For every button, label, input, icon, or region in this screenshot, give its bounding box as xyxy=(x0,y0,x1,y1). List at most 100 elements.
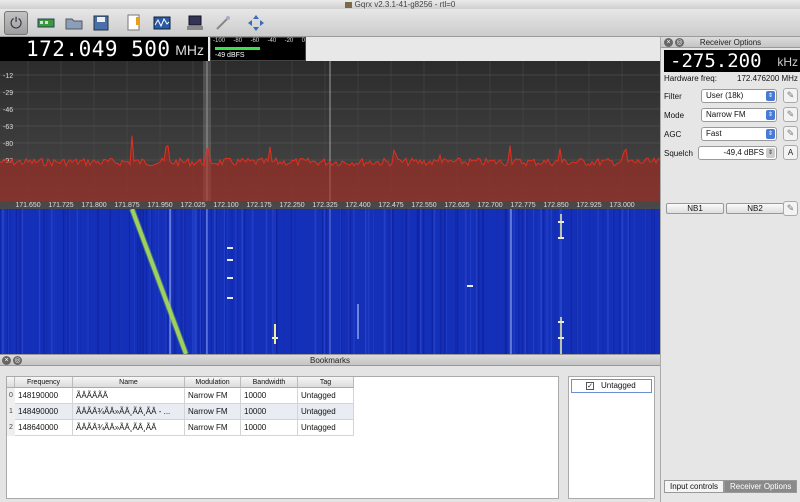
tag-checkbox[interactable]: ✓ xyxy=(586,382,594,390)
spectrum-svg[interactable]: -12-29-46-63-80-97171.650 171.725 171.800 1… xyxy=(0,61,661,209)
document-edit-icon[interactable] xyxy=(122,11,146,35)
y-tick-label: -63 xyxy=(3,124,13,131)
column-header-bandwidth[interactable]: Bandwidth xyxy=(241,377,298,388)
tag-item-untagged[interactable]: ✓ Untagged xyxy=(571,379,652,393)
meter-tick-label: -60 xyxy=(250,38,260,44)
waterfall-svg[interactable] xyxy=(0,207,660,356)
y-tick-label: -46 xyxy=(3,107,13,114)
y-tick-label: -12 xyxy=(3,73,13,80)
cell-modulation[interactable]: Narrow FM xyxy=(185,404,241,420)
cell-name[interactable]: ÃÂÃÂ¾ÃÂ»ÃÂ¸ÃÂ¸ÃÂ - ... xyxy=(73,404,185,420)
column-header-frequency[interactable]: Frequency xyxy=(15,377,73,388)
waterfall-display[interactable] xyxy=(0,207,660,356)
table-row[interactable]: 1 148490000 ÃÂÃÂ¾ÃÂ»ÃÂ¸ÃÂ¸ÃÂ - ... Narro… xyxy=(7,404,354,420)
frequency-display[interactable]: 172.049 500 MHz xyxy=(0,37,208,61)
float-icon[interactable]: ◎ xyxy=(13,356,22,365)
nb-wand-icon[interactable]: ✎ xyxy=(783,201,798,216)
mode-select[interactable]: Narrow FM ⇕ xyxy=(701,108,777,122)
spin-icon[interactable]: ⇕ xyxy=(766,148,775,158)
squelch-label: Squelch xyxy=(664,149,693,158)
meter-scale: -100 -80 -60 -40 -20 0 xyxy=(213,38,305,46)
cell-name[interactable]: ÃÂÃÂ¾ÃÂ»ÃÂ¸ÃÂ¸ÃÂ xyxy=(73,420,185,436)
column-header-tag[interactable]: Tag xyxy=(298,377,354,388)
y-tick-label: -29 xyxy=(3,90,13,97)
signal-burst xyxy=(227,259,233,261)
agc-label: AGC xyxy=(664,130,682,139)
meter-tick-label: -40 xyxy=(267,38,277,44)
bookmarks-panel: × ◎ Bookmarks Frequency Name Modulation … xyxy=(0,354,660,502)
cell-bandwidth[interactable]: 10000 xyxy=(241,404,298,420)
remote-control-icon[interactable] xyxy=(183,11,207,35)
offset-display[interactable]: -275.200 kHz xyxy=(664,50,800,72)
column-header-modulation[interactable]: Modulation xyxy=(185,377,241,388)
agc-select[interactable]: Fast ⇕ xyxy=(701,127,777,141)
mode-value: Narrow FM xyxy=(706,110,746,119)
x-tick-label: 173.000 xyxy=(609,202,634,209)
power-icon[interactable]: ⏻ xyxy=(4,11,28,35)
x-tick-label: 172.700 xyxy=(477,202,502,209)
panel-tabs: Input controls Receiver Options xyxy=(664,480,798,493)
cell-frequency[interactable]: 148640000 xyxy=(15,420,73,436)
bookmarks-table[interactable]: Frequency Name Modulation Bandwidth Tag … xyxy=(6,376,559,499)
float-icon[interactable]: ◎ xyxy=(675,38,684,47)
close-icon[interactable]: × xyxy=(2,356,11,365)
spectrum-plot[interactable]: -12 -29 -46 -63 -80 -97 171.650 171.725 171.800 1… xyxy=(0,61,661,209)
cell-tag[interactable]: Untagged xyxy=(298,404,354,420)
cell-modulation[interactable]: Narrow FM xyxy=(185,388,241,404)
table-corner xyxy=(7,377,15,388)
hardware-icon[interactable] xyxy=(34,11,58,35)
agc-value: Fast xyxy=(706,129,722,138)
updown-icon: ⇕ xyxy=(766,129,775,139)
close-icon[interactable]: × xyxy=(664,38,673,47)
cell-tag[interactable]: Untagged xyxy=(298,420,354,436)
offset-unit: kHz xyxy=(777,55,798,69)
hardware-freq-value: 172.476200 MHz xyxy=(737,74,798,83)
squelch-spinbox[interactable]: -49,4 dBFS ⇕ xyxy=(698,146,777,160)
bookmarks-title: Bookmarks xyxy=(309,356,350,365)
x-tick-label: 172.250 xyxy=(279,202,304,209)
squelch-auto-button[interactable]: A xyxy=(783,145,798,160)
frequency-value[interactable]: 172.049 500 xyxy=(26,37,171,61)
offset-value[interactable]: -275.200 xyxy=(670,50,762,72)
x-tick-label: 172.325 xyxy=(312,202,337,209)
fit-view-icon[interactable] xyxy=(244,11,268,35)
cell-bandwidth[interactable]: 10000 xyxy=(241,388,298,404)
x-tick-label: 172.625 xyxy=(444,202,469,209)
window-title-bar: Gqrx v2.3.1-41-g8256 - rtl=0 xyxy=(0,0,800,9)
agc-wand-icon[interactable]: ✎ xyxy=(783,126,798,141)
x-tick-label: 172.175 xyxy=(246,202,271,209)
hardware-freq-label: Hardware freq: xyxy=(664,74,717,83)
filter-label: Filter xyxy=(664,92,682,101)
filter-wand-icon[interactable]: ✎ xyxy=(783,88,798,103)
signal-meter: -100 -80 -60 -40 -20 0 -49 dBFS xyxy=(210,37,306,61)
mode-wand-icon[interactable]: ✎ xyxy=(783,107,798,122)
wand-icon[interactable] xyxy=(211,11,235,35)
tag-list[interactable]: ✓ Untagged xyxy=(568,376,655,499)
cell-bandwidth[interactable]: 10000 xyxy=(241,420,298,436)
tab-receiver-options[interactable]: Receiver Options xyxy=(724,480,798,493)
frequency-unit: MHz xyxy=(175,42,204,58)
bookmarks-titlebar: × ◎ Bookmarks xyxy=(0,355,660,366)
dsp-icon[interactable] xyxy=(150,11,174,35)
table-row[interactable]: 2 148640000 ÃÂÃÂ¾ÃÂ»ÃÂ¸ÃÂ¸ÃÂ Narrow FM 1… xyxy=(7,420,354,436)
signal-burst xyxy=(227,277,233,279)
row-number: 1 xyxy=(7,404,15,420)
column-header-name[interactable]: Name xyxy=(73,377,185,388)
nb2-button[interactable]: NB2 xyxy=(726,203,784,214)
open-folder-icon[interactable] xyxy=(62,11,86,35)
cell-frequency[interactable]: 148190000 xyxy=(15,388,73,404)
cell-tag[interactable]: Untagged xyxy=(298,388,354,404)
cell-modulation[interactable]: Narrow FM xyxy=(185,420,241,436)
cell-name[interactable]: ÃÂÃÂÃÂ xyxy=(73,388,185,404)
filter-select[interactable]: User (18k) ⇕ xyxy=(701,89,777,103)
save-icon[interactable] xyxy=(89,11,113,35)
nb1-button[interactable]: NB1 xyxy=(666,203,724,214)
signal-burst xyxy=(227,297,233,299)
cell-frequency[interactable]: 148490000 xyxy=(15,404,73,420)
app-icon xyxy=(344,2,352,8)
tab-input-controls[interactable]: Input controls xyxy=(664,480,725,493)
table-row[interactable]: 0 148190000 ÃÂÃÂÃÂ Narrow FM 10000 Untag… xyxy=(7,388,354,404)
x-tick-label: 171.800 xyxy=(81,202,106,209)
updown-icon: ⇕ xyxy=(766,110,775,120)
x-tick-label: 172.400 xyxy=(345,202,370,209)
